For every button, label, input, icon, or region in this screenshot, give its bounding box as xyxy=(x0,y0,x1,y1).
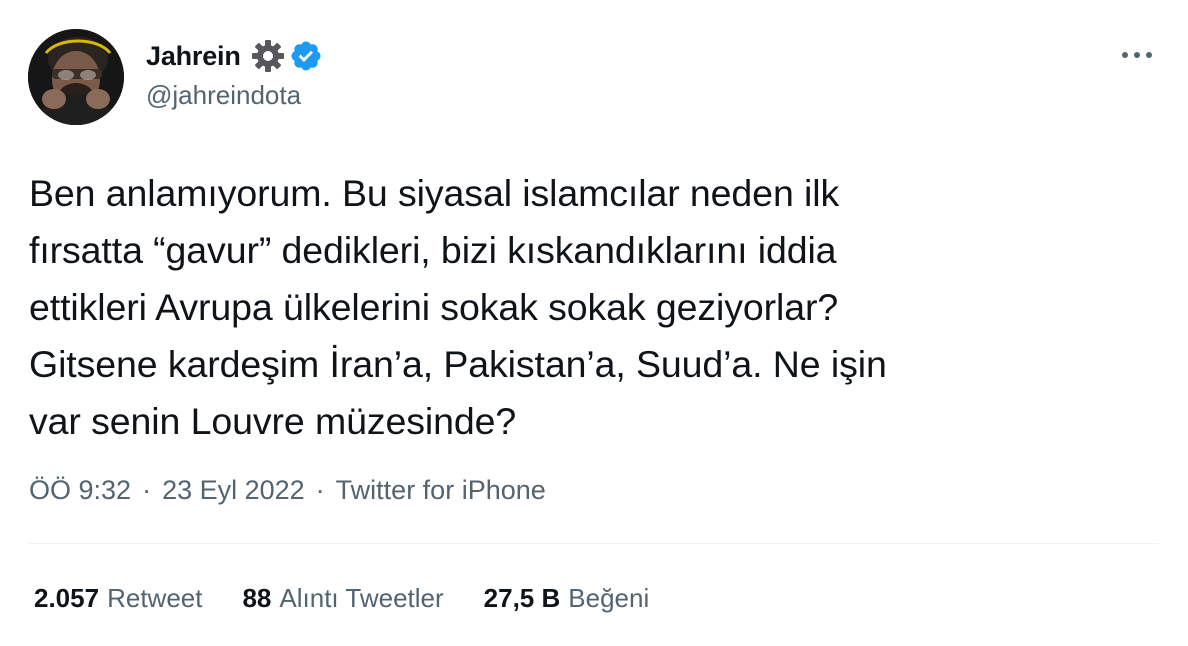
tweet-stats: 2.057 Retweet 88 Alıntı Tweetler 27,5 B … xyxy=(34,578,689,618)
tweet-time[interactable]: ÖÖ 9:32 xyxy=(29,475,131,506)
tweet-text: Ben anlamıyorum. Bu siyasal islamcılar n… xyxy=(29,172,887,442)
avatar-image xyxy=(28,29,124,125)
likes-stat[interactable]: 27,5 B Beğeni xyxy=(484,583,650,614)
meta-separator: · xyxy=(142,474,152,505)
more-options-button[interactable] xyxy=(1116,40,1158,70)
author-display-name[interactable]: Jahrein xyxy=(146,41,241,72)
likes-count: 27,5 B xyxy=(483,582,561,613)
author-name-row: Jahrein xyxy=(146,38,323,74)
likes-label: Beğeni xyxy=(568,582,650,613)
retweets-label: Retweet xyxy=(107,582,203,613)
tweet-date[interactable]: 23 Eyl 2022 xyxy=(162,475,305,506)
tweet-card: Jahrein @jahreindota Ben anlamıyorum. Bu… xyxy=(0,0,1188,646)
gear-icon xyxy=(250,38,286,74)
avatar[interactable] xyxy=(28,29,124,125)
retweets-count: 2.057 xyxy=(34,582,100,613)
meta-separator: · xyxy=(315,474,325,505)
author-block: Jahrein @jahreindota xyxy=(146,38,323,111)
tweet-source[interactable]: Twitter for iPhone xyxy=(336,475,546,506)
quotes-count: 88 xyxy=(242,582,272,613)
divider xyxy=(29,543,1159,544)
more-dots-icon xyxy=(1122,52,1152,58)
quotes-label: Alıntı Tweetler xyxy=(279,582,444,613)
retweets-stat[interactable]: 2.057 Retweet xyxy=(34,583,202,614)
author-handle[interactable]: @jahreindota xyxy=(146,80,323,111)
tweet-meta: ÖÖ 9:32 · 23 Eyl 2022 · Twitter for iPho… xyxy=(29,470,546,510)
verified-badge-icon[interactable] xyxy=(289,39,323,73)
quotes-stat[interactable]: 88 Alıntı Tweetler xyxy=(242,583,443,614)
